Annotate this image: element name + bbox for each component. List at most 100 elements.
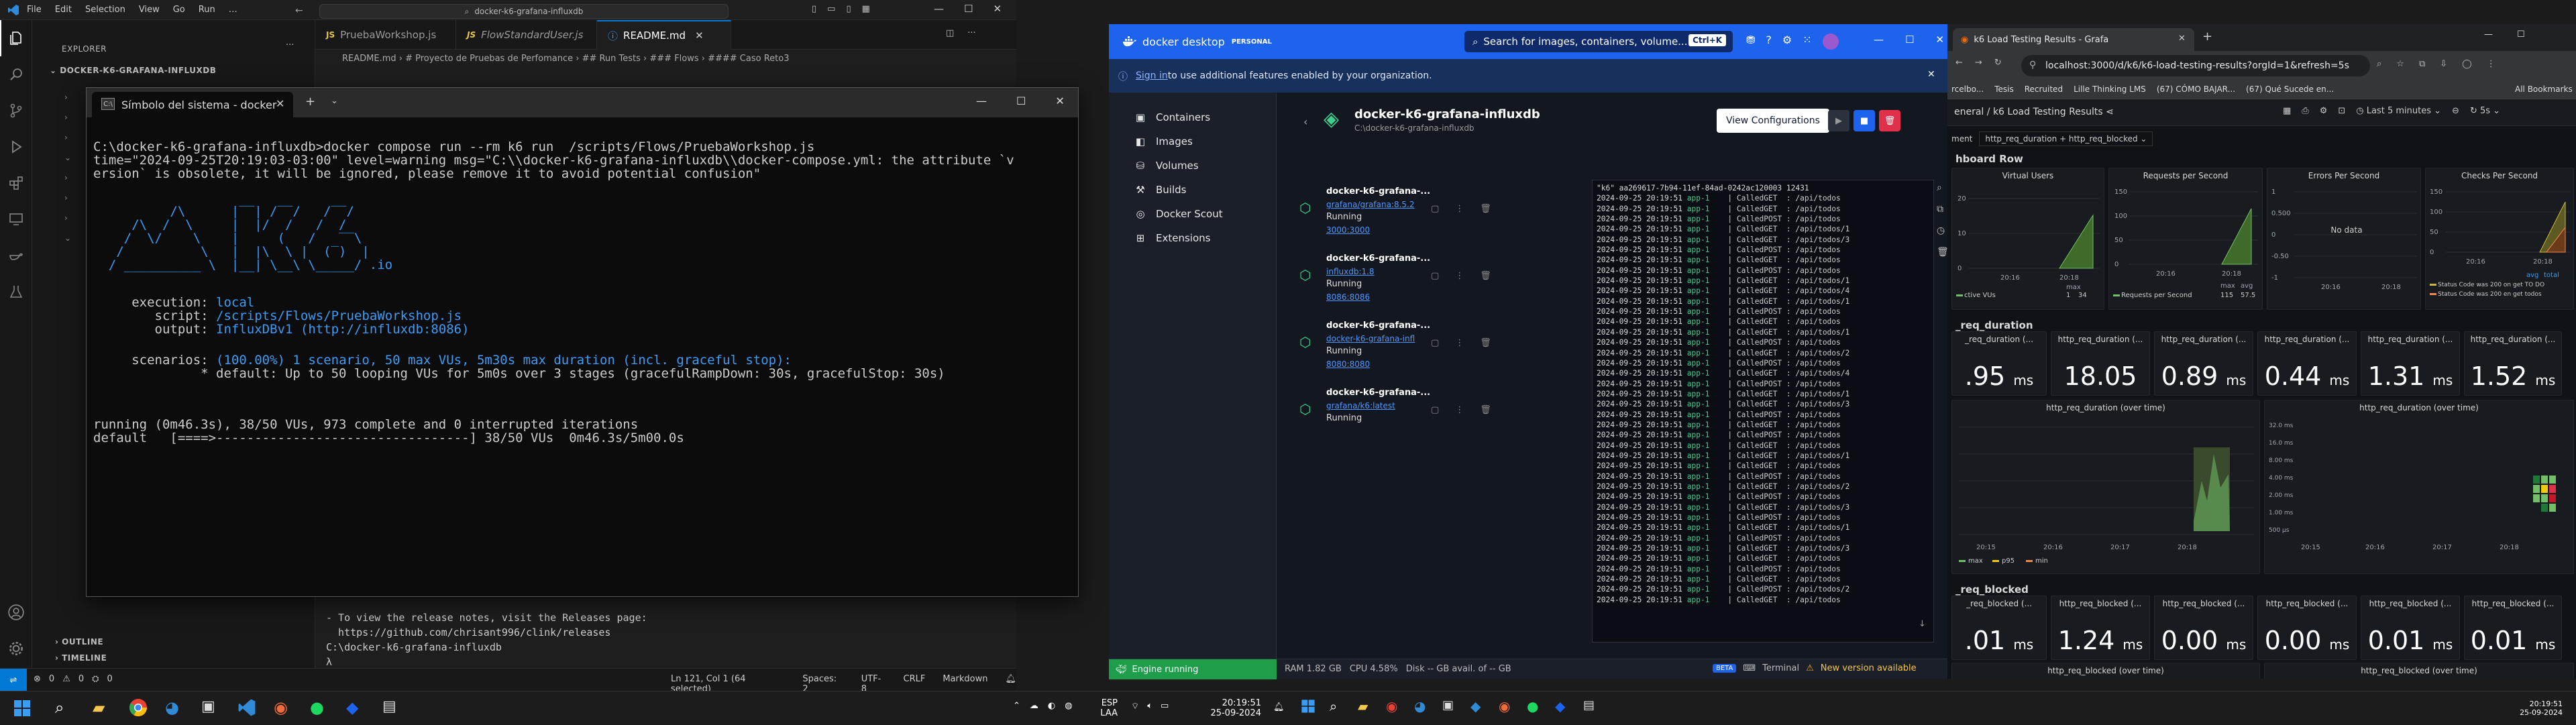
bookmark[interactable]: (67) CÓMO BAJAR... [2157,85,2235,94]
stat-panel[interactable]: http_req_blocked (... 0.01 ms [2464,596,2562,660]
bookmark[interactable]: Lille Thinking LMS [2074,85,2146,94]
share-icon[interactable]: ⋖ [2106,107,2114,117]
bookmark[interactable]: (67) Qué Sucede en... [2246,85,2334,94]
customize-layout-icon[interactable]: ▦ [862,4,870,14]
time-picker[interactable]: ◷ Last 5 minutes ⌄ [2356,106,2441,116]
container-row[interactable]: ⬡ docker-k6-grafana-... grafana/k6:lates… [1290,388,1525,452]
vscode-icon[interactable] [237,698,258,718]
close-tab-icon[interactable]: ✕ [695,30,704,42]
engine-status[interactable]: 🐳︎ Engine running [1109,659,1277,679]
stat-panel[interactable]: _req_duration (... .95 ms [1951,331,2047,396]
delete-icon[interactable]: 🗑︎ [1480,405,1491,415]
settings-gear-icon[interactable]: ⚙ [2320,106,2328,116]
minimize-icon[interactable]: — [934,3,944,15]
firefox-icon[interactable]: ◉ [1499,698,1519,718]
minimize-icon[interactable]: — [1874,34,1884,46]
add-panel-icon[interactable]: ▦ [2283,106,2291,116]
windows-start-icon[interactable] [12,698,32,718]
extensions-icon[interactable] [0,165,32,201]
search-icon[interactable]: ⌕ [55,698,75,718]
stop-icon[interactable]: ▢ [1431,338,1439,348]
nav-docker-scout[interactable]: ◎ Docker Scout [1132,204,1222,224]
windows-start-icon[interactable] [1300,698,1320,718]
site-info-icon[interactable]: ⚲ [2029,60,2036,70]
container-image-link[interactable]: grafana/grafana:8.5.2 [1326,200,1415,209]
menu-edit[interactable]: Edit [55,5,72,15]
blocked-over-time-panel[interactable]: http_req_blocked (over time) [1951,663,2260,679]
nav-images[interactable]: ◧ Images [1132,131,1193,152]
menu-run[interactable]: Run [199,5,215,15]
download-icon[interactable]: ⇩ [2440,59,2447,69]
duration-over-time-panel[interactable]: http_req_duration (over time) 20:15 20:1… [1951,400,2260,574]
notifications-bell-icon[interactable]: 🔔︎ [1273,702,1285,712]
duration-heatmap-panel[interactable]: http_req_duration (over time) 32.0 ms 16… [2264,400,2574,574]
menu-more[interactable]: … [229,5,237,15]
terminal-button[interactable]: Terminal [1762,663,1799,673]
address-bar[interactable]: ⚲ localhost:3000/d/k6/k6-load-testing-re… [2021,55,2370,76]
timeline-section[interactable]: › TIMELINE [55,653,107,663]
cmd-icon[interactable]: ▤ [1583,698,1603,718]
file-explorer-icon[interactable]: ▰ [1358,698,1378,718]
container-image-link[interactable]: docker-k6-grafana-infl [1326,334,1415,343]
stat-panel[interactable]: http_req_duration (... 0.44 ms [2257,331,2357,396]
terminal-tab[interactable]: C:\ Símbolo del sistema - docker ✕ [92,92,293,117]
menu-go[interactable]: Go [173,5,185,15]
row-header[interactable]: _req_duration [1955,319,2033,331]
container-port-link[interactable]: 8080:8080 [1326,359,1370,369]
testing-icon[interactable] [0,274,32,310]
more-icon[interactable]: ⋮ [1455,405,1464,415]
extension-icon[interactable]: ⧉ [2419,59,2425,69]
source-control-icon[interactable] [0,93,32,129]
virtual-users-panel[interactable]: Virtual Users 20 10 0 20:16 20:18 max ct… [1951,168,2104,310]
stat-panel[interactable]: http_req_duration (... 0.89 ms [2154,331,2253,396]
close-icon[interactable]: ✕ [1935,34,1944,46]
menu-icon[interactable]: ⋮ [2487,59,2496,69]
stop-button[interactable]: ■ [1854,110,1875,131]
delete-icon[interactable]: 🗑︎ [1480,271,1491,281]
more-icon[interactable]: ⋮ [1455,338,1464,348]
toggle-secondary-icon[interactable]: ▯ [846,4,851,14]
delete-icon[interactable]: 🗑︎ [1480,338,1491,348]
file-explorer-icon[interactable]: ▰ [93,698,113,718]
all-bookmarks[interactable]: All Bookmarks [2515,85,2573,94]
play-button[interactable]: ▶ [1828,110,1849,131]
firefox-icon[interactable]: ◉ [274,698,294,718]
edge-icon[interactable]: ◕ [1414,698,1434,718]
language-indicator[interactable]: ESP LAA [1097,691,1118,725]
signin-link[interactable]: Sign in [1136,70,1168,81]
settings-gear-icon[interactable] [0,630,32,667]
tab-flowstandarduser[interactable]: JS FlowStandardUser.js [456,20,597,50]
dashboard-breadcrumb[interactable]: eneral / k6 Load Testing Results ⋖ [1954,107,2114,117]
search-icon[interactable]: ⌕ [1330,698,1350,718]
tab-readme[interactable]: ⓘ README.md ✕ [597,20,731,50]
stat-panel[interactable]: _req_blocked (... .01 ms [1951,596,2047,660]
blocked-heatmap-panel[interactable]: http_req_blocked (over time) [2264,663,2574,679]
container-row[interactable]: ⬡ docker-k6-grafana-... grafana/grafana:… [1290,186,1525,251]
outline-section[interactable]: › OUTLINE [55,637,103,647]
command-center-search[interactable]: ⌕ docker-k6-grafana-influxdb [319,4,729,19]
menu-view[interactable]: View [139,5,160,15]
delete-icon[interactable]: 🗑︎ [1480,204,1491,214]
chrome-icon[interactable]: ◉ [1386,698,1406,718]
tray-chevron-icon[interactable]: ⌃ [1013,701,1020,711]
zoom-icon[interactable]: ⌕ [2377,59,2381,69]
container-image-link[interactable]: influxdb:1.8 [1326,267,1375,276]
bookmark-star-icon[interactable]: ☆ [2396,59,2404,69]
menu-selection[interactable]: Selection [85,5,125,15]
variable-picker[interactable]: ment http_req_duration + http_req_blocke… [1951,131,2153,146]
learning-icon[interactable]: ⛃ [1746,34,1755,50]
back-arrow-icon[interactable]: ← [1955,58,1963,68]
terminal-app-icon[interactable]: ▣ [201,698,221,718]
spotify-icon[interactable]: ● [1527,698,1547,718]
minimize-icon[interactable]: — [2484,30,2493,40]
remote-explorer-icon[interactable] [0,201,32,237]
reload-icon[interactable]: ↻ [1994,58,2002,68]
stat-panel[interactable]: http_req_duration (... 1.52 ms [2464,331,2562,396]
tab-pruebaworkshop[interactable]: JS PruebaWorkshop.js [315,20,456,50]
cmd-icon[interactable]: ▤ [382,698,402,718]
stat-panel[interactable]: http_req_blocked (... 1.24 ms [2051,596,2150,660]
tab-dropdown-icon[interactable]: ⌄ [331,96,338,106]
spotify-icon[interactable]: ● [310,698,330,718]
checks-per-second-panel[interactable]: Checks Per Second 150 100 50 0 20:16 20:… [2425,168,2574,310]
docker-icon[interactable]: ◆ [346,698,366,718]
